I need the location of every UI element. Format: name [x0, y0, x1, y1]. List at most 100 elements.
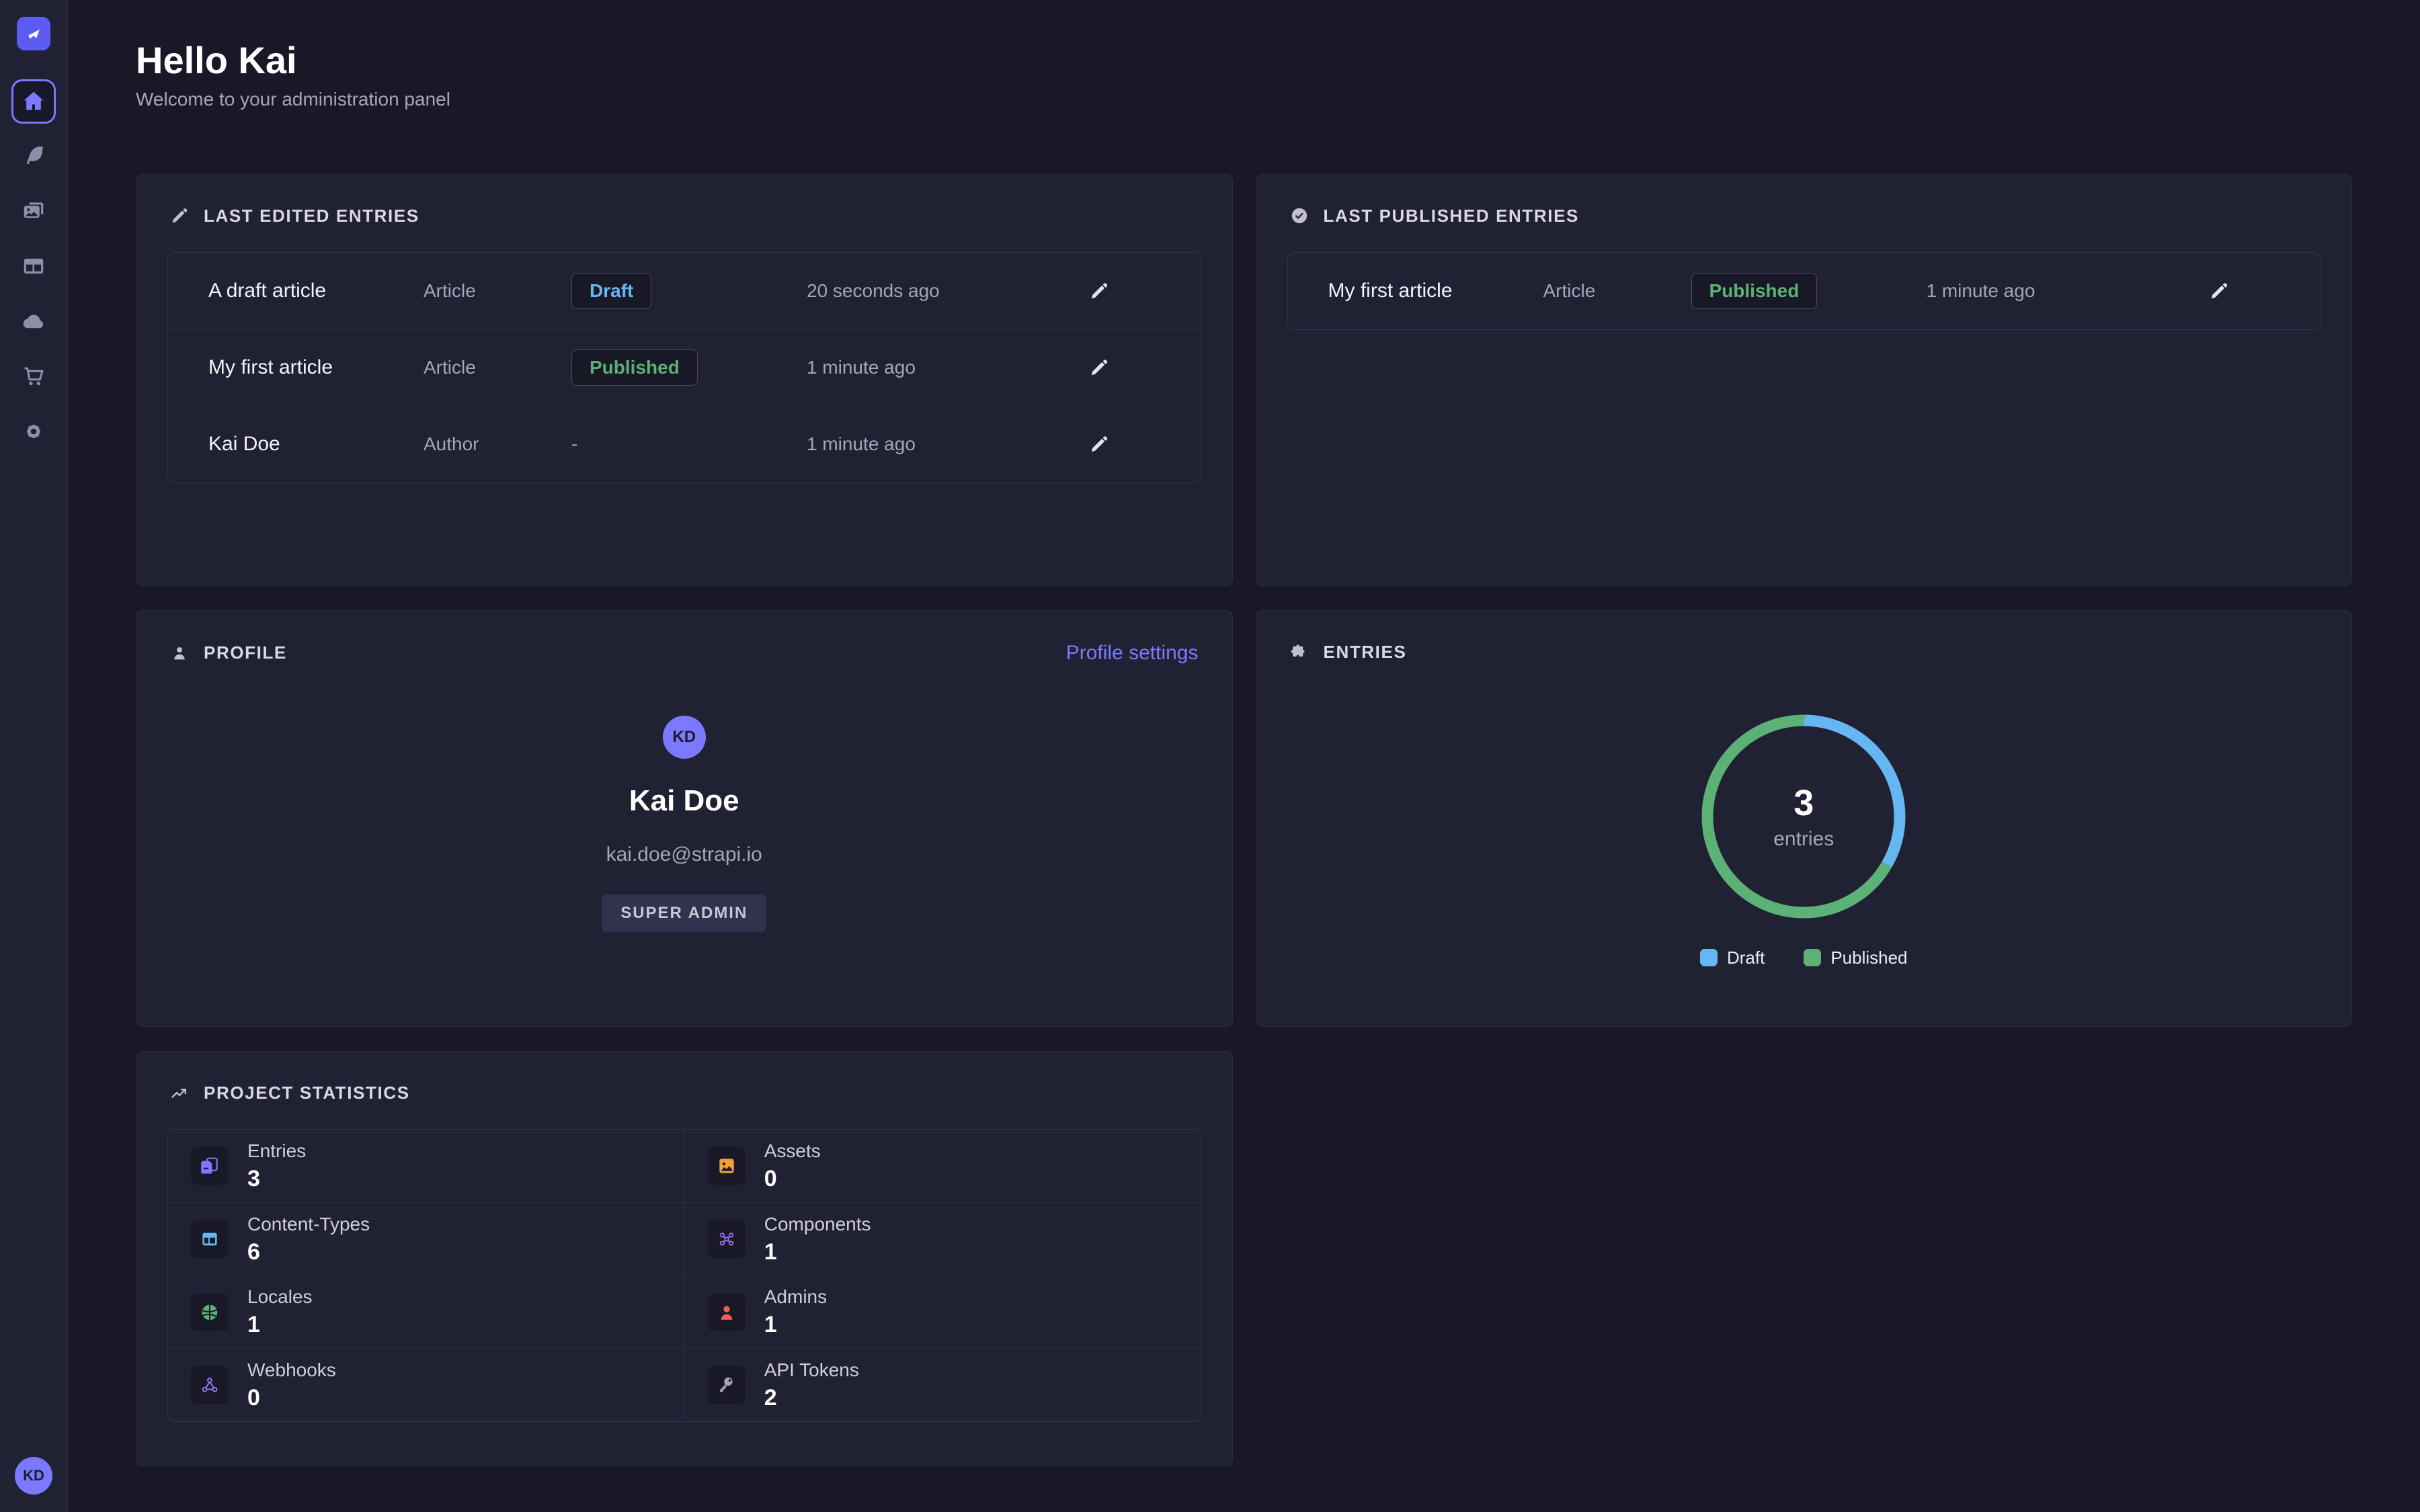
stat-label: Locales — [247, 1286, 313, 1308]
donut-center: 3 entries — [1693, 706, 1914, 927]
stat-value: 2 — [764, 1385, 859, 1411]
stat-webhooks: Webhooks 0 — [168, 1348, 684, 1421]
stat-value: 1 — [764, 1312, 827, 1338]
layout-icon — [21, 253, 46, 279]
entry-time: 1 minute ago — [807, 433, 1089, 455]
sidebar: KD — [0, 0, 68, 1512]
pencil-icon — [2209, 281, 2229, 301]
card-title: LAST PUBLISHED ENTRIES — [1324, 206, 1579, 226]
card-title: ENTRIES — [1324, 642, 1407, 663]
picture-icon — [708, 1147, 745, 1185]
legend-label: Published — [1830, 948, 1907, 968]
entry-time: 1 minute ago — [807, 357, 1089, 378]
profile-card: PROFILE Profile settings KD Kai Doe kai.… — [136, 610, 1233, 1027]
status-badge: Published — [1691, 273, 1818, 309]
status-empty: - — [571, 433, 807, 455]
entry-name: My first article — [208, 356, 424, 379]
stat-label: Assets — [764, 1140, 821, 1162]
sidebar-item-deploy[interactable] — [20, 308, 47, 335]
entry-name: Kai Doe — [208, 433, 424, 456]
empty-slot — [1256, 1051, 2353, 1466]
stat-label: Content-Types — [247, 1214, 370, 1235]
window-icon — [191, 1220, 229, 1258]
table-row: My first article Article Published 1 min… — [168, 329, 1201, 406]
entry-type: Author — [424, 433, 571, 455]
table-row: Kai Doe Author - 1 minute ago — [168, 406, 1201, 482]
documents-icon — [191, 1147, 229, 1185]
avatar: KD — [663, 716, 706, 759]
sidebar-item-content-manager[interactable] — [20, 142, 47, 169]
puzzle-icon — [1290, 642, 1309, 661]
entry-time: 20 seconds ago — [807, 280, 1089, 302]
sidebar-item-settings[interactable] — [20, 418, 47, 445]
strapi-logo-glyph — [24, 24, 43, 43]
profile-settings-link[interactable]: Profile settings — [1066, 642, 1199, 665]
globe-icon — [191, 1294, 229, 1331]
last-published-table: My first article Article Published 1 min… — [1287, 252, 2321, 330]
donut-chart: 3 entries — [1693, 706, 1914, 927]
nodes-icon — [708, 1220, 745, 1258]
stat-components: Components 1 — [684, 1202, 1201, 1275]
status-badge: Published — [571, 349, 698, 386]
stat-value: 0 — [764, 1166, 821, 1192]
feather-icon — [21, 143, 46, 169]
stat-label: Admins — [764, 1286, 827, 1308]
strapi-logo-icon[interactable] — [17, 17, 50, 50]
page-subtitle: Welcome to your administration panel — [136, 87, 2352, 112]
pencil-icon — [1089, 358, 1109, 378]
edit-entry-button[interactable] — [1089, 434, 1201, 454]
profile-name: Kai Doe — [629, 784, 739, 818]
trending-up-icon — [170, 1083, 189, 1102]
card-title: LAST EDITED ENTRIES — [204, 206, 419, 226]
legend-swatch-draft — [1700, 949, 1718, 966]
stat-content-types: Content-Types 6 — [168, 1202, 684, 1275]
entry-type: Article — [424, 357, 571, 378]
sidebar-nav-list — [20, 142, 47, 445]
entry-type: Article — [424, 280, 571, 302]
chart-legend: Draft Published — [1700, 948, 1908, 968]
stat-admins: Admins 1 — [684, 1275, 1201, 1349]
person-icon — [708, 1294, 745, 1331]
entry-type: Article — [1543, 280, 1691, 302]
edit-entry-button[interactable] — [1089, 281, 1201, 301]
entries-chart: 3 entries Draft Published — [1256, 706, 2352, 968]
stat-entries: Entries 3 — [168, 1130, 684, 1203]
last-edited-table: A draft article Article Draft 20 seconds… — [167, 252, 1201, 483]
sidebar-item-content-type-builder[interactable] — [20, 253, 47, 280]
last-published-entries-card: LAST PUBLISHED ENTRIES My first article … — [1256, 174, 2353, 586]
card-title: PROJECT STATISTICS — [204, 1083, 410, 1103]
legend-swatch-published — [1804, 949, 1821, 966]
profile-body: KD Kai Doe kai.doe@strapi.io SUPER ADMIN — [136, 716, 1232, 932]
stat-label: Entries — [247, 1140, 306, 1162]
sidebar-footer: KD — [0, 1441, 67, 1512]
key-icon — [708, 1366, 745, 1404]
stat-value: 1 — [247, 1312, 313, 1338]
card-title: PROFILE — [204, 642, 287, 663]
sidebar-item-marketplace[interactable] — [20, 363, 47, 390]
last-edited-entries-card: LAST EDITED ENTRIES A draft article Arti… — [136, 174, 1233, 586]
card-header: PROFILE Profile settings — [136, 611, 1232, 687]
profile-email: kai.doe@strapi.io — [606, 843, 762, 866]
entry-name: My first article — [1328, 280, 1543, 302]
edit-entry-button[interactable] — [1089, 358, 1201, 378]
entry-time: 1 minute ago — [1927, 280, 2209, 302]
user-avatar[interactable]: KD — [15, 1457, 52, 1495]
table-row: My first article Article Published 1 min… — [1288, 253, 2321, 329]
stat-assets: Assets 0 — [684, 1130, 1201, 1203]
table-row: A draft article Article Draft 20 seconds… — [168, 253, 1201, 329]
page-title: Hello Kai — [136, 39, 2352, 82]
sidebar-item-home[interactable] — [11, 79, 56, 124]
entries-unit: entries — [1773, 828, 1834, 851]
stat-locales: Locales 1 — [168, 1275, 684, 1349]
dashboard-grid: LAST EDITED ENTRIES A draft article Arti… — [136, 174, 2352, 1466]
edit-entry-button[interactable] — [2209, 281, 2321, 301]
sidebar-nav — [11, 79, 56, 445]
entry-name: A draft article — [208, 280, 424, 302]
images-icon — [21, 198, 46, 224]
legend-item-draft: Draft — [1700, 948, 1765, 968]
cart-icon — [21, 364, 46, 389]
entries-card: ENTRIES 3 entries — [1256, 610, 2353, 1027]
stat-api-tokens: API Tokens 2 — [684, 1348, 1201, 1421]
hub-icon — [191, 1366, 229, 1404]
sidebar-item-media-library[interactable] — [20, 198, 47, 224]
